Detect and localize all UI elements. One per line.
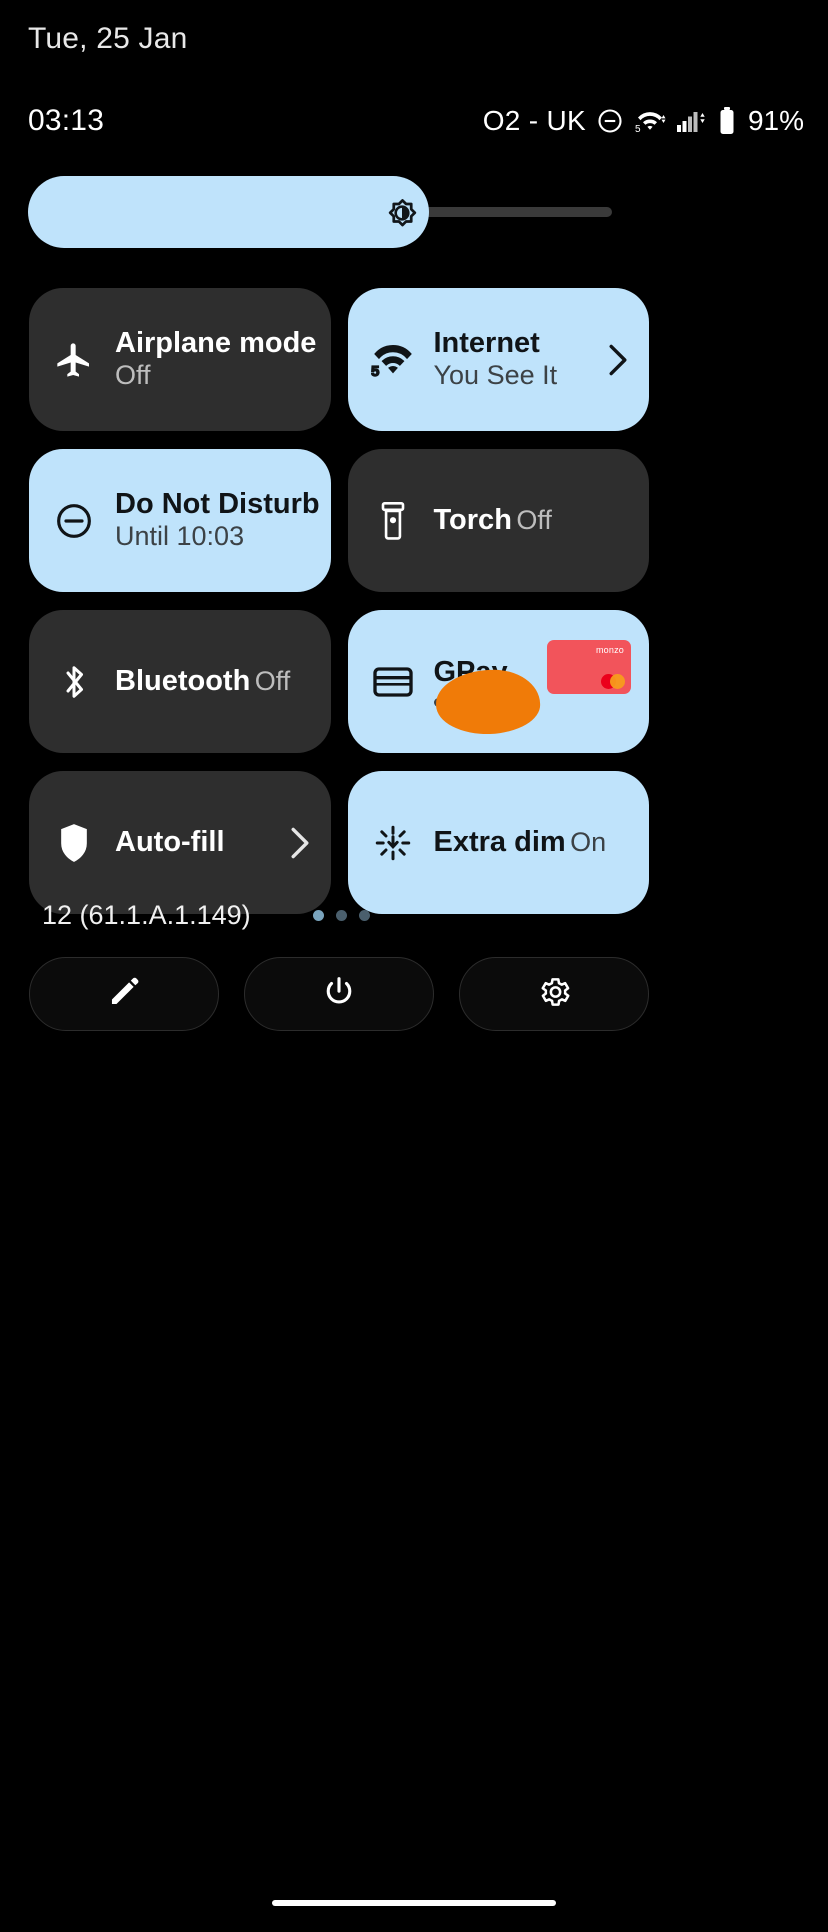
monzo-card-thumbnail: monzo [547,640,631,694]
tile-text: Internet You See It [434,327,606,391]
tile-title: Airplane mode [115,327,317,360]
tile-title: Auto-fill [115,826,225,859]
tile-bluetooth[interactable]: Bluetooth Off [29,610,331,753]
edit-tiles-button[interactable] [29,957,219,1031]
page-dot-1[interactable] [313,910,324,921]
card-brand-label: monzo [595,645,624,655]
power-menu-button[interactable] [244,957,434,1031]
tile-title: Torch [433,504,512,537]
build-version-label: 12 (61.1.A.1.149) [42,900,251,930]
wifi-5ghz-icon: 5 [370,337,416,383]
tile-extra-dim[interactable]: Extra dim On [347,771,649,914]
home-indicator [272,1900,556,1906]
flashlight-icon [370,498,416,544]
chevron-right-icon[interactable] [287,826,313,860]
svg-text:5: 5 [371,362,379,379]
tile-subtitle: Off [254,666,291,697]
airplane-icon [51,337,97,383]
tile-title: Internet [433,327,540,360]
carrier-label: O2 - UK [482,105,586,136]
tile-title: Do Not Disturb [115,488,320,521]
do-not-disturb-icon [596,107,624,135]
tile-text: Do Not Disturb Until 10:03 [115,488,320,552]
chevron-right-icon[interactable] [605,343,631,377]
brightness-slider[interactable] [28,176,612,248]
tile-gpay[interactable]: GPay monzo [347,610,649,753]
tile-torch[interactable]: Torch Off [347,449,649,592]
tile-text: Airplane mode Off [115,327,317,391]
tile-text: Bluetooth Off [115,665,313,698]
page-dot-2[interactable] [336,910,347,921]
power-icon [322,975,356,1014]
shield-icon [51,820,97,866]
status-bar-clock: 03:13 [28,104,105,137]
tile-text: Extra dim On [434,826,632,859]
tile-subtitle: On [570,827,607,858]
page-indicator[interactable] [313,910,370,921]
tile-internet[interactable]: 5 Internet You See It [347,288,649,431]
tile-subtitle: Off [516,505,552,536]
tile-subtitle: You See It [433,359,558,390]
mastercard-circle-orange [610,674,625,689]
cellular-signal-icon [676,107,708,135]
gear-icon [536,974,572,1015]
status-bar-date: Tue, 25 Jan [28,22,188,55]
pencil-icon [107,975,141,1014]
tile-grid: Airplane mode Off 5 Internet You See It [29,288,649,914]
tile-title: Extra dim [433,826,566,859]
quick-settings-panel: Tue, 25 Jan 03:13 O2 - UK 5 91% Airplane… [0,0,828,1932]
brightness-fill [28,176,429,248]
svg-text:5: 5 [635,124,641,135]
tile-do-not-disturb[interactable]: Do Not Disturb Until 10:03 [29,449,331,592]
tile-airplane-mode[interactable]: Airplane mode Off [29,288,331,431]
page-dot-3[interactable] [359,910,370,921]
wifi-5ghz-icon: 5 [634,107,666,135]
do-not-disturb-icon [51,498,97,544]
brightness-icon [383,194,421,232]
tile-subtitle: Off [115,359,151,390]
settings-button[interactable] [459,957,649,1031]
bluetooth-icon [51,659,97,705]
tile-subtitle: Until 10:03 [115,520,245,551]
status-bar-icons: O2 - UK 5 91% [483,105,804,137]
tile-text: Auto-fill [115,826,287,858]
battery-icon [718,106,736,136]
tile-title: Bluetooth [115,665,251,698]
status-bar: 03:13 O2 - UK 5 91% [0,100,828,142]
footer-actions [29,957,649,1031]
tile-auto-fill[interactable]: Auto-fill [29,771,331,914]
tile-text: Torch Off [434,504,632,537]
extra-dim-icon [370,820,416,866]
battery-percent-label: 91% [747,105,804,136]
credit-card-icon [370,659,416,705]
